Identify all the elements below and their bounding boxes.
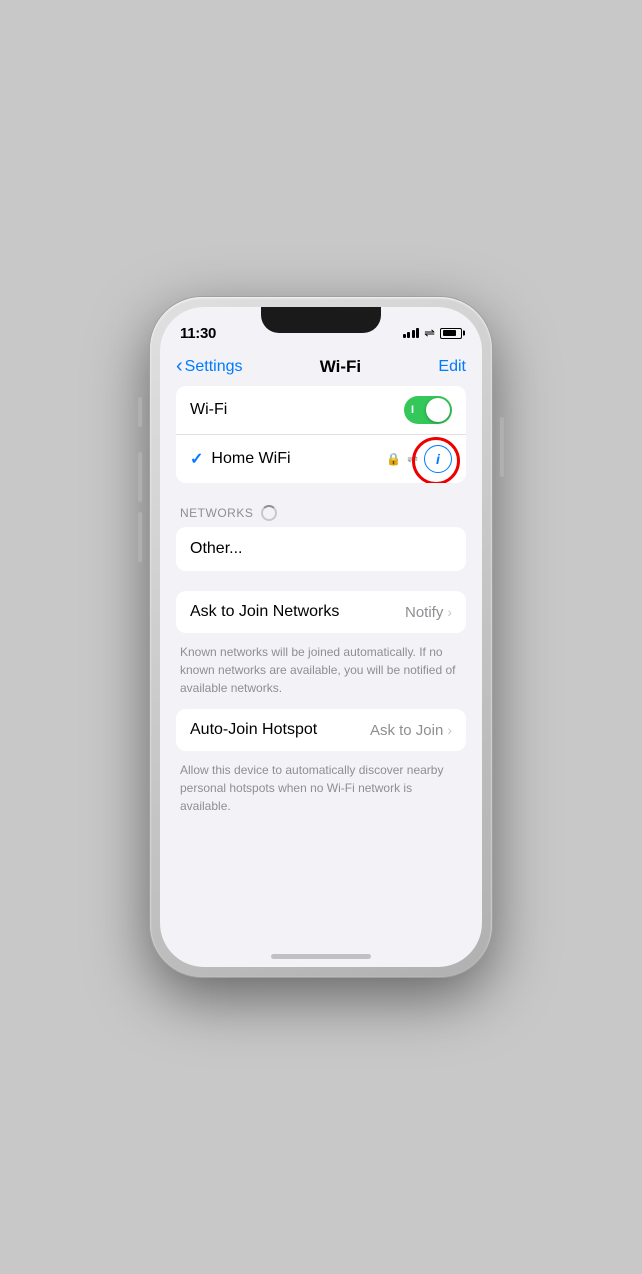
battery-fill [443,330,457,336]
auto-join-current-value: Ask to Join [370,722,443,739]
ask-to-join-value: Notify › [405,604,452,621]
info-button-container: i [424,445,452,473]
back-button[interactable]: ‹ Settings [176,355,242,378]
status-time: 11:30 [180,325,216,342]
phone-screen: 11:30 ⇌ ‹ Settings Wi-Fi Edit [160,307,482,967]
auto-join-value: Ask to Join › [370,722,452,739]
ask-to-join-chevron-icon: › [447,604,452,620]
network-info-button[interactable]: i [424,445,452,473]
ask-to-join-description: Known networks will be joined automatica… [176,637,466,709]
network-row-icons: 🔒 ⇌ i [386,445,452,473]
other-network-row[interactable]: Other... [176,527,466,571]
edit-button[interactable]: Edit [438,358,466,376]
ask-to-join-label: Ask to Join Networks [190,603,339,621]
auto-join-label: Auto-Join Hotspot [190,721,317,739]
home-bar [271,954,371,959]
lock-icon: 🔒 [386,452,401,466]
volume-up-button [138,452,142,502]
wifi-settings-content: Wi-Fi I ✓ Home WiFi 🔒 ⇌ [160,386,482,827]
connected-network-label: Home WiFi [211,450,290,468]
volume-down-button [138,512,142,562]
wifi-toggle-card: Wi-Fi I ✓ Home WiFi 🔒 ⇌ [176,386,466,483]
back-chevron-icon: ‹ [176,355,183,378]
info-icon: i [436,451,440,467]
auto-join-chevron-icon: › [447,722,452,738]
networks-label: NETWORKS [180,506,253,520]
wifi-status-icon: ⇌ [424,325,435,341]
signal-bars-icon [403,328,420,338]
wifi-toggle-label: Wi-Fi [190,401,404,419]
nav-bar: ‹ Settings Wi-Fi Edit [160,351,482,386]
auto-join-description: Allow this device to automatically disco… [176,755,466,827]
toggle-knob [426,398,450,422]
toggle-on-label: I [411,404,414,416]
mute-button [138,397,142,427]
auto-join-hotspot-row[interactable]: Auto-Join Hotspot Ask to Join › [176,709,466,751]
ask-to-join-current-value: Notify [405,604,443,621]
other-network-card[interactable]: Other... [176,527,466,571]
back-label: Settings [185,358,243,376]
checkmark-icon: ✓ [190,449,203,469]
notch [261,307,381,333]
ask-to-join-row[interactable]: Ask to Join Networks Notify › [176,591,466,633]
page-title: Wi-Fi [320,357,361,377]
wifi-toggle[interactable]: I [404,396,452,424]
status-icons: ⇌ [403,325,462,341]
other-network-label: Other... [190,540,452,558]
battery-icon [440,328,462,339]
loading-spinner [261,505,277,521]
networks-section-header: NETWORKS [176,491,466,527]
phone-frame: 11:30 ⇌ ‹ Settings Wi-Fi Edit [150,297,492,977]
connected-network-row: ✓ Home WiFi 🔒 ⇌ i [176,434,466,483]
power-button [500,417,504,477]
spacer [176,579,466,591]
wifi-toggle-row: Wi-Fi I [176,386,466,434]
